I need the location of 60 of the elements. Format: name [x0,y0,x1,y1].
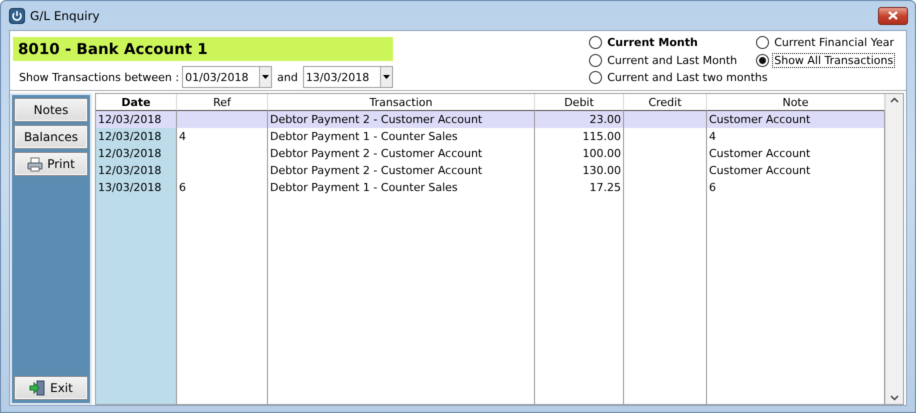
table-cell: Debtor Payment 2 - Customer Account [268,145,535,162]
caret-icon [262,75,270,79]
print-button[interactable]: Print [14,152,88,176]
column-header[interactable]: Ref [177,94,268,111]
radio-button[interactable] [756,36,770,49]
table-cell: 6 [707,179,885,196]
table-cell: Customer Account [707,162,885,179]
column-header[interactable]: Note [707,94,885,111]
table-cell: Customer Account [707,111,885,128]
date-field[interactable]: 01/03/2018 [182,66,272,88]
radio-label[interactable]: Current and Last two months [605,70,770,85]
column-header[interactable]: Date [96,94,177,111]
radio-button[interactable] [589,71,602,84]
sidebar-button[interactable]: Notes [14,98,88,122]
table-cell: 12/03/2018 [96,145,177,162]
dropdown-button[interactable] [380,67,392,87]
table-cell: Debtor Payment 2 - Customer Account [268,162,535,179]
table-cell: 100.00 [535,145,624,162]
table-cell: Debtor Payment 1 - Counter Sales [268,128,535,145]
column-header[interactable]: Transaction [268,94,535,111]
table-cell: 12/03/2018 [96,162,177,179]
range-joiner: and [277,70,298,84]
table-cell: 23.00 [535,111,624,128]
table-cell: 12/03/2018 [96,111,177,128]
radio-label[interactable]: Current Month [605,35,700,50]
dropdown-button[interactable] [259,67,272,87]
radio-button[interactable] [756,54,770,66]
table-cell: 6 [177,179,268,196]
exit-button[interactable]: Exit [14,376,88,400]
table-cell: Debtor Payment 2 - Customer Account [268,111,535,128]
sidebar-button[interactable]: Balances [14,125,88,149]
range-label: Show Transactions between : [19,70,180,84]
scroll-up-icon[interactable] [890,97,899,103]
radio-button[interactable] [589,54,602,66]
window-title: G/L Enquiry [30,8,101,22]
printer-icon [27,156,44,172]
power-icon [9,8,25,24]
scrollbar[interactable] [885,94,903,404]
table-cell: Debtor Payment 1 - Counter Sales [268,179,535,196]
account-heading: 8010 - Bank Account 1 [13,37,393,61]
table-cell: 4 [707,128,885,145]
column-header[interactable]: Debit [535,94,624,111]
radio-label[interactable]: Current and Last Month [605,52,740,68]
table-cell: 115.00 [535,128,624,145]
radio-label[interactable]: Current Financial Year [772,35,896,50]
table-cell: 12/03/2018 [96,128,177,145]
close-button[interactable] [878,6,908,24]
table-cell: 17.25 [535,179,624,196]
radio-label[interactable]: Show All Transactions [772,52,896,68]
column-header[interactable]: Credit [624,94,707,111]
caret-icon [382,75,390,79]
scroll-down-icon[interactable] [890,395,899,401]
exit-door-icon [29,380,46,396]
table-cell: Customer Account [707,145,885,162]
close-icon [888,11,898,20]
date-field[interactable]: 13/03/2018 [302,66,393,88]
table-cell: 130.00 [535,162,624,179]
radio-button[interactable] [589,36,602,49]
table-cell: 13/03/2018 [96,179,177,196]
table-cell: 4 [177,128,268,145]
